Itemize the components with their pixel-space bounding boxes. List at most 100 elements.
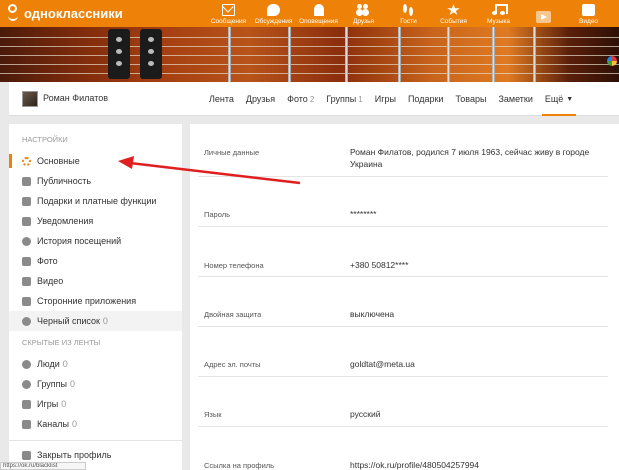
sidebar-item-publicity[interactable]: Публичность [9,171,182,191]
setting-value: ******** [350,209,377,219]
sidebar-item-photo[interactable]: Фото [9,251,182,271]
setting-row-profile-link[interactable]: Ссылка на профиль https://ok.ru/profile/… [198,427,608,470]
cover-guitar-string [0,64,619,65]
setting-label: Ссылка на профиль [204,461,275,470]
sidebar-item-hidden-games[interactable]: Игры 0 [9,394,182,414]
tab-notes[interactable]: Заметки [492,82,538,116]
sidebar-item-hidden-groups[interactable]: Группы 0 [9,374,182,394]
video-camera-icon [582,4,595,16]
friends-icon [357,4,370,16]
item-count: 0 [102,316,108,326]
ok-logo-icon [6,4,20,22]
main-nav: Сообщения Обсуждения Оповещения Друзья Г… [206,0,611,27]
cover-guitar-fret [228,27,231,82]
nav-messages[interactable]: Сообщения [206,0,251,27]
nav-discussions[interactable]: Обсуждения [251,0,296,27]
settings-sidebar: НАСТРОЙКИ Основные Публичность Подарки и… [9,124,182,470]
key-icon [22,176,31,186]
setting-row-phone[interactable]: Номер телефона +380 50812**** [198,227,608,277]
setting-value: выключена [350,309,395,319]
cover-guitar-string [0,73,619,74]
camera-icon [22,256,31,266]
avatar[interactable] [22,91,38,107]
gamepad-icon [22,399,31,409]
nav-player[interactable] [521,0,566,27]
profile-tabs: Лента Друзья Фото 2 Группы 1 Игры Подарки … [203,82,579,116]
apps-icon [22,296,31,306]
item-count: 0 [70,379,76,389]
video-icon [22,276,31,286]
setting-row-language[interactable]: Язык русский [198,377,608,427]
site-logo[interactable]: одноклассники [6,4,123,22]
nav-video[interactable]: Видео [566,0,611,27]
groups-icon [22,379,31,389]
item-count: 0 [61,399,67,409]
blocked-user-icon [22,316,31,326]
settings-content: Личные данные Роман Филатов, родился 7 и… [190,124,619,470]
tab-more[interactable]: Ещё ▼ [539,82,579,116]
cover-guitar-pickup [108,29,130,79]
nav-events[interactable]: События [431,0,476,27]
setting-row-password[interactable]: Пароль ******** [198,177,608,227]
cover-guitar-fret [492,27,495,82]
nav-notifications[interactable]: Оповещения [296,0,341,27]
gear-icon [22,156,31,166]
tab-games[interactable]: Игры [369,82,402,116]
sidebar-item-video[interactable]: Видео [9,271,182,291]
nav-music[interactable]: Музыка [476,0,521,27]
sidebar-item-blacklist[interactable]: Черный список 0 [9,311,182,331]
cover-guitar-pickup [140,29,162,79]
envelope-icon [222,4,235,16]
tab-goods[interactable]: Товары [449,82,492,116]
sidebar-item-visit-history[interactable]: История посещений [9,231,182,251]
setting-row-email[interactable]: Адрес эл. почты goldtat@meta.ua [198,327,608,377]
star-icon [447,4,460,15]
cover-guitar-fret [533,27,536,82]
bell-icon [313,4,324,16]
tab-gifts[interactable]: Подарки [402,82,450,116]
setting-value: https://ok.ru/profile/480504257994 [350,460,480,470]
cover-guitar-fret [345,27,348,82]
setting-row-personal-data[interactable]: Личные данные Роман Филатов, родился 7 и… [198,124,608,177]
logo-text: одноклассники [24,5,123,21]
item-count: 0 [62,359,68,369]
setting-value: Роман Филатов, родился 7 июля 1963, сейч… [350,147,590,169]
cover-guitar-string [0,37,619,38]
setting-label: Двойная защита [204,310,262,319]
setting-value: goldtat@meta.ua [350,359,415,369]
sidebar-item-third-party-apps[interactable]: Сторонние приложения [9,291,182,311]
music-note-icon [492,4,508,16]
section-header-hidden: СКРЫТЫЕ ИЗ ЛЕНТЫ [22,338,101,347]
setting-label: Номер телефона [204,261,264,270]
play-icon [536,11,551,23]
setting-value: +380 50812**** [350,260,409,270]
profile-header: Роман Филатов Лента Друзья Фото 2 Группы 1… [9,82,619,116]
browser-status-url: https://ok.ru/blacklist [0,462,86,470]
sidebar-item-notifications[interactable]: Уведомления [9,211,182,231]
cover-guitar-fret [288,27,291,82]
cover-guitar-fret [398,27,401,82]
tab-feed[interactable]: Лента [203,82,240,116]
chrome-extension-icon[interactable] [607,56,617,66]
setting-row-two-factor[interactable]: Двойная защита выключена [198,277,608,327]
top-navigation-bar: одноклассники Сообщения Обсуждения Опове… [0,0,619,27]
notification-icon [22,216,31,226]
sidebar-item-gifts-paid[interactable]: Подарки и платные функции [9,191,182,211]
tab-groups[interactable]: Группы 1 [320,82,368,116]
sidebar-item-hidden-channels[interactable]: Каналы 0 [9,414,182,434]
gift-icon [22,196,31,206]
sidebar-item-hidden-people[interactable]: Люди 0 [9,354,182,374]
tab-count: 2 [309,94,315,104]
nav-guests[interactable]: Гости [386,0,431,27]
nav-friends[interactable]: Друзья [341,0,386,27]
tab-friends[interactable]: Друзья [240,82,281,116]
profile-name[interactable]: Роман Филатов [43,93,108,103]
lock-icon [22,450,31,460]
people-icon [22,359,31,369]
sidebar-item-general[interactable]: Основные [9,151,182,171]
history-icon [22,236,31,246]
setting-value: русский [350,409,381,419]
tab-photos[interactable]: Фото 2 [281,82,320,116]
setting-label: Пароль [204,210,231,219]
item-count: 0 [71,419,77,429]
